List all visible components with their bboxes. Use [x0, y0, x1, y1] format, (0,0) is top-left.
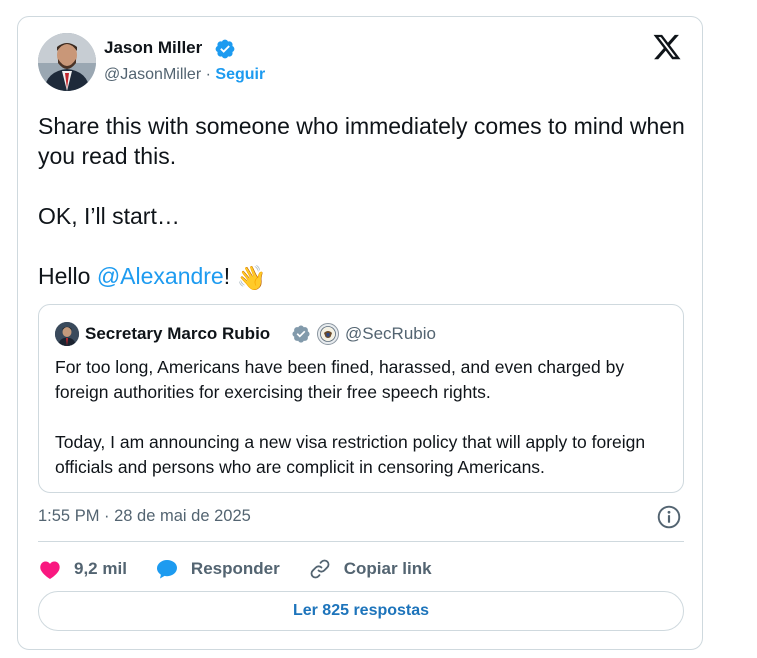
gray-verified-badge-icon	[292, 325, 310, 343]
divider	[38, 541, 684, 542]
verified-badge-icon	[215, 39, 235, 59]
quoted-tweet[interactable]: Secretary Marco Rubio @SecRubio For too …	[38, 304, 684, 493]
link-icon	[310, 559, 330, 579]
author-handle-row: @JasonMiller · Seguir	[104, 66, 265, 84]
follow-button[interactable]: Seguir	[215, 66, 265, 83]
tweet-text: Share this with someone who immediately …	[38, 111, 688, 294]
tweet-timestamp[interactable]: 1:55 PM · 28 de mai de 2025	[38, 507, 251, 526]
read-replies-button[interactable]: Ler 825 respostas	[38, 591, 684, 631]
reply-label: Responder	[190, 559, 280, 578]
embedded-tweet-card: Jason Miller @JasonMiller · Seguir Share…	[17, 16, 703, 650]
author-name[interactable]: Jason Miller	[104, 38, 202, 58]
tweet-line: Share this with someone who immediately …	[38, 113, 685, 169]
quote-author-name: Secretary Marco Rubio	[85, 324, 271, 343]
tweet-hello-line: Hello @Alexandre! 👋	[38, 261, 688, 294]
copy-link-label: Copiar link	[343, 559, 432, 578]
quote-paragraph: Today, I am announcing a new visa restri…	[55, 432, 646, 477]
like-button[interactable]: 9,2 mil	[38, 557, 127, 581]
quote-author-handle: @SecRubio	[345, 324, 436, 343]
author-handle[interactable]: @JasonMiller	[104, 66, 201, 83]
gov-seal-icon	[317, 323, 339, 345]
author-avatar[interactable]	[38, 33, 96, 91]
action-bar: 9,2 mil Responder Copiar link	[38, 555, 460, 583]
copy-link-button[interactable]: Copiar link	[308, 557, 432, 581]
quote-author-avatar	[55, 322, 79, 346]
tweet-line: OK, I’ll start…	[38, 203, 180, 229]
hello-suffix: !	[223, 263, 231, 289]
mention-link[interactable]: @Alexandre	[97, 263, 224, 289]
waving-hand-emoji: 👋	[236, 265, 267, 292]
handle-separator: ·	[205, 66, 211, 83]
like-count: 9,2 mil	[74, 559, 127, 578]
quote-paragraph: For too long, Americans have been fined,…	[55, 357, 625, 402]
x-logo-icon[interactable]	[652, 32, 682, 62]
info-icon[interactable]	[656, 504, 682, 530]
quote-text: For too long, Americans have been fined,…	[55, 355, 675, 480]
reply-bubble-icon	[156, 560, 177, 579]
reply-button[interactable]: Responder	[155, 557, 280, 581]
hello-text: Hello	[38, 263, 97, 289]
heart-icon	[40, 561, 60, 579]
